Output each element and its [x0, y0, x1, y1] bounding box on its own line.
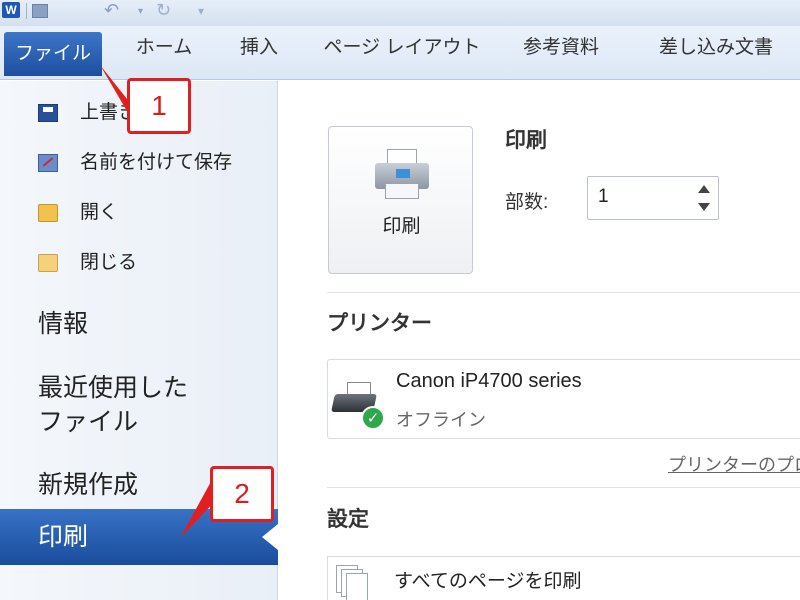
- save-icon: [38, 104, 58, 122]
- word-logo-icon: W: [2, 2, 20, 18]
- printer-device-icon: ✓: [331, 380, 389, 430]
- copies-stepper[interactable]: 1: [587, 176, 719, 220]
- tab-mailings[interactable]: 差し込み文書: [646, 32, 786, 76]
- printer-properties-link[interactable]: プリンターのプロパティ: [668, 451, 800, 477]
- printer-status: オフライン: [396, 410, 486, 430]
- pages-setting-selector[interactable]: すべてのページを印刷: [327, 556, 800, 600]
- title-bar: W ↶ ▾ ↻ ▾: [0, 0, 800, 26]
- divider: [327, 292, 800, 293]
- settings-section-title: 設定: [327, 508, 369, 531]
- printer-section-title: プリンター: [327, 312, 432, 335]
- tab-file[interactable]: ファイル: [4, 32, 102, 76]
- nav-selected-indicator: [262, 524, 278, 550]
- step-2-callout: 2: [210, 466, 274, 522]
- open-folder-icon: [38, 204, 58, 222]
- save-as-icon: [38, 154, 58, 172]
- print-heading: 印刷: [505, 129, 547, 152]
- nav-open-label: 開く: [80, 202, 119, 223]
- nav-info[interactable]: 情報: [38, 307, 88, 341]
- nav-close-label: 閉じる: [80, 252, 138, 273]
- print-button-label: 印刷: [382, 216, 421, 237]
- qat-save-icon[interactable]: [32, 4, 48, 18]
- step-1-callout: 1: [127, 78, 191, 134]
- printer-icon: [375, 149, 429, 201]
- spin-down-icon[interactable]: [698, 203, 710, 211]
- ready-check-icon: ✓: [361, 406, 385, 430]
- pages-setting-value: すべてのページを印刷: [394, 571, 582, 592]
- nav-save-as-label: 名前を付けて保存: [80, 152, 233, 173]
- nav-recent-line1[interactable]: 最近使用した: [38, 371, 188, 405]
- qat-separator: [26, 3, 27, 19]
- pages-icon: [336, 565, 368, 600]
- close-folder-icon: [38, 254, 58, 272]
- qat-undo-icon[interactable]: ↶: [104, 2, 120, 20]
- qat-customize-icon[interactable]: ▾: [198, 4, 214, 18]
- nav-new[interactable]: 新規作成: [38, 468, 138, 502]
- printer-selector[interactable]: ✓ Canon iP4700 series オフライン: [327, 359, 800, 439]
- tab-home[interactable]: ホーム: [124, 32, 204, 76]
- tab-insert[interactable]: 挿入: [228, 32, 290, 76]
- tab-page-layout[interactable]: ページ レイアウト: [322, 32, 482, 76]
- divider: [327, 487, 800, 488]
- nav-recent-line2[interactable]: ファイル: [38, 405, 138, 439]
- copies-label: 部数:: [505, 192, 549, 213]
- ribbon-tabs: ファイル ホーム 挿入 ページ レイアウト 参考資料 差し込み文書: [0, 26, 800, 80]
- print-button[interactable]: 印刷: [328, 126, 473, 274]
- spin-up-icon[interactable]: [698, 185, 710, 193]
- copies-value[interactable]: 1: [598, 186, 609, 208]
- printer-name: Canon iP4700 series: [396, 370, 582, 392]
- tab-references[interactable]: 参考資料: [512, 32, 610, 76]
- qat-undo-dropdown-icon[interactable]: ▾: [138, 6, 143, 17]
- qat-redo-icon[interactable]: ↻: [156, 2, 172, 20]
